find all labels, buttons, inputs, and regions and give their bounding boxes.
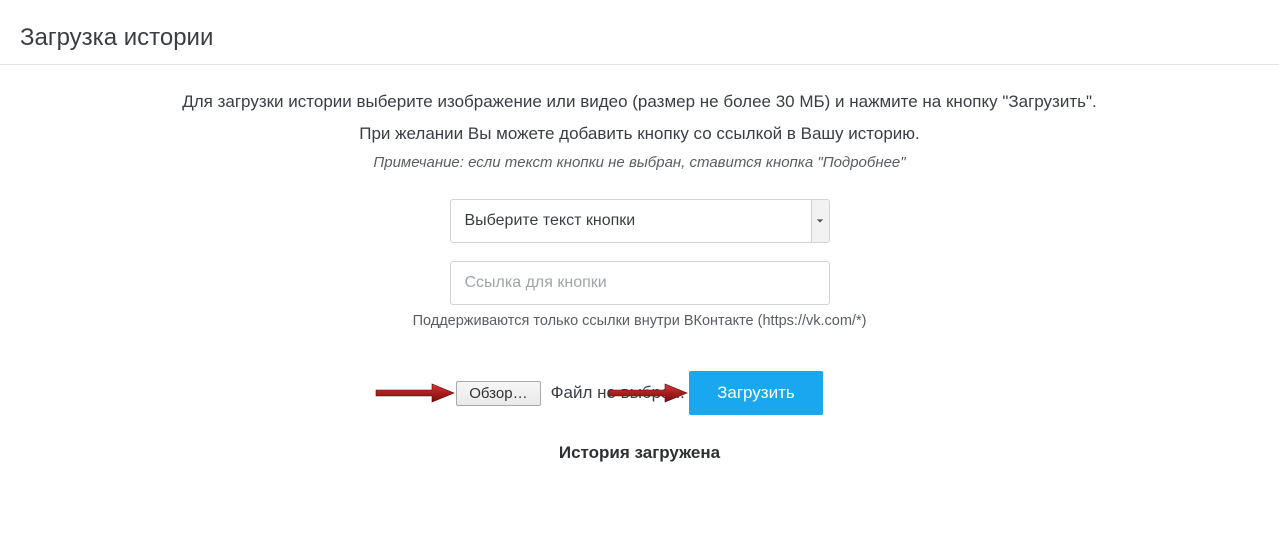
header: Загрузка истории — [0, 0, 1279, 65]
page-title: Загрузка истории — [20, 24, 1259, 52]
button-text-group: Выберите текст кнопки — [0, 199, 1279, 243]
content: Для загрузки истории выберите изображени… — [0, 65, 1279, 463]
button-text-select-wrap: Выберите текст кнопки — [450, 199, 830, 243]
description-note: Примечание: если текст кнопки не выбран,… — [0, 154, 1279, 171]
link-group: Поддерживаются только ссылки внутри ВКон… — [0, 261, 1279, 329]
file-row: Обзор… Файл не выбран. — [456, 381, 684, 406]
link-hint: Поддерживаются только ссылки внутри ВКон… — [0, 313, 1279, 329]
upload-button[interactable]: Загрузить — [689, 371, 823, 415]
description-line1: Для загрузки истории выберите изображени… — [90, 89, 1190, 115]
description-line2: При желании Вы можете добавить кнопку со… — [90, 121, 1190, 147]
upload-status: История загружена — [0, 443, 1279, 463]
file-status-text: Файл не выбран. — [551, 383, 685, 403]
arrow-annotation-icon — [374, 382, 456, 404]
button-text-select[interactable]: Выберите текст кнопки — [450, 199, 830, 243]
submit-row: Загрузить — [689, 371, 823, 415]
browse-button[interactable]: Обзор… — [456, 381, 540, 406]
link-input[interactable] — [450, 261, 830, 305]
